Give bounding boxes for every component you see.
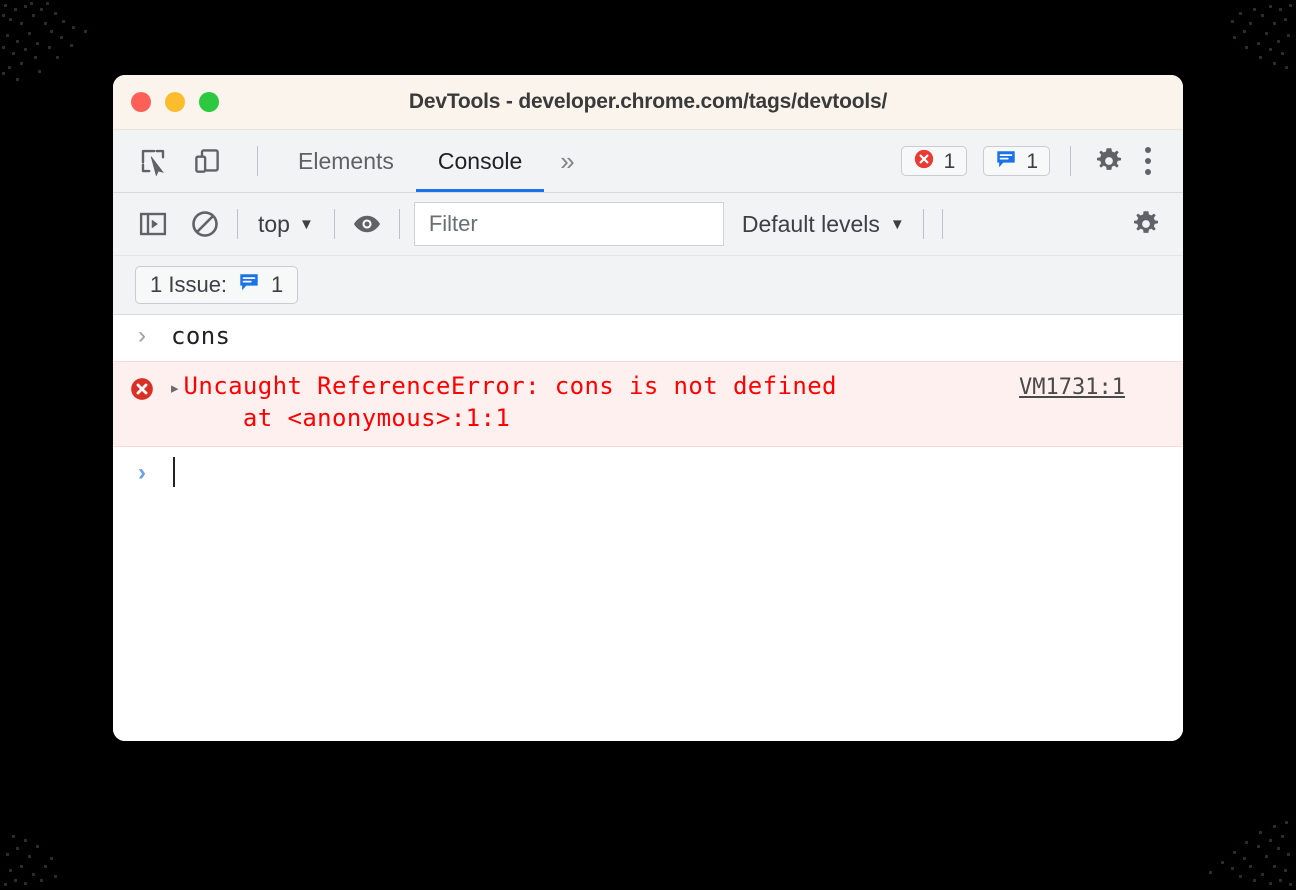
three-dot-menu-icon[interactable]	[1133, 143, 1163, 179]
issues-count-badge[interactable]: 1	[983, 146, 1050, 176]
chevron-down-icon: ▼	[298, 215, 314, 233]
devtools-tabbar: Elements Console » 1 1	[113, 130, 1183, 193]
tab-elements[interactable]: Elements	[276, 130, 416, 192]
console-input-row[interactable]: ›	[113, 447, 1183, 497]
device-toolbar-icon[interactable]	[189, 143, 225, 179]
log-level-label: Default levels	[741, 210, 880, 237]
menu-dot	[1145, 147, 1151, 153]
close-window-button[interactable]	[131, 92, 151, 112]
console-error-body: Uncaught ReferenceError: cons is not def…	[184, 371, 1020, 435]
maximize-window-button[interactable]	[199, 92, 219, 112]
devtools-window: DevTools - developer.chrome.com/tags/dev…	[113, 75, 1183, 741]
toolbar-divider	[333, 209, 335, 239]
console-settings-gear-icon	[1133, 211, 1159, 233]
issue-summary-label: 1 Issue:	[150, 272, 228, 297]
execution-context-label: top	[258, 210, 290, 237]
error-circle-icon	[129, 376, 155, 406]
error-expand-triangle-icon[interactable]: ▸	[171, 371, 179, 396]
console-settings-button[interactable]	[1131, 209, 1183, 239]
error-count: 1	[943, 149, 956, 173]
filter-placeholder: Filter	[428, 211, 478, 236]
console-error-message-line1: Uncaught ReferenceError: cons is not def…	[183, 372, 837, 400]
toolbar-divider	[237, 209, 238, 239]
input-prompt-chevron-icon: ›	[138, 459, 146, 487]
issues-speech-bubble-icon	[995, 148, 1017, 175]
panel-tabs: Elements Console	[276, 130, 545, 192]
toolbar-divider	[941, 209, 943, 239]
issues-speech-bubble-icon	[238, 271, 260, 299]
window-title: DevTools - developer.chrome.com/tags/dev…	[408, 90, 888, 113]
issue-summary-button[interactable]: 1 Issue: 1	[135, 266, 299, 304]
inspect-element-icon[interactable]	[135, 143, 171, 179]
minimize-window-button[interactable]	[165, 92, 185, 112]
toolbar-divider	[398, 209, 400, 239]
error-circle-icon	[913, 148, 935, 175]
issues-count: 1	[1026, 149, 1038, 173]
console-command-row[interactable]: › cons	[113, 315, 1183, 361]
filter-input[interactable]: Filter	[413, 202, 724, 246]
error-count-badge[interactable]: 1	[900, 146, 968, 176]
log-level-selector[interactable]: Default levels ▼	[742, 211, 905, 238]
console-error-row[interactable]: ▸ Uncaught ReferenceError: cons is not d…	[113, 361, 1183, 447]
console-error-source-link[interactable]: VM1731:1	[1019, 371, 1183, 400]
window-titlebar: DevTools - developer.chrome.com/tags/dev…	[113, 75, 1183, 130]
issues-bar: 1 Issue: 1	[113, 256, 1183, 315]
toolbar-divider	[1070, 146, 1071, 176]
menu-dot	[1145, 158, 1151, 164]
console-error-icon-cell	[113, 371, 171, 406]
console-toolbar: top ▼ Filter Default levels ▼	[113, 193, 1183, 256]
toolbar-divider	[922, 209, 924, 239]
tabbar-left-icons	[113, 143, 272, 179]
more-tabs-chevron-icon[interactable]: »	[544, 146, 590, 177]
command-prompt-chevron-icon: ›	[138, 322, 146, 349]
console-input-gutter: ›	[113, 458, 171, 485]
console-text-caret	[173, 456, 175, 487]
live-expression-eye-icon[interactable]	[349, 206, 385, 242]
tab-console[interactable]: Console	[415, 130, 545, 192]
console-message-list[interactable]: › cons ▸ Uncaught ReferenceError: cons i…	[113, 315, 1183, 741]
execution-context-selector[interactable]: top ▼	[252, 211, 320, 238]
console-command-text: cons	[171, 322, 231, 350]
tabbar-right-group: 1 1	[900, 143, 1183, 179]
console-command-gutter: ›	[113, 321, 171, 348]
clear-console-icon[interactable]	[187, 206, 223, 242]
toolbar-divider	[257, 146, 258, 176]
issue-summary-count: 1	[271, 272, 284, 297]
traffic-light-group	[113, 92, 219, 112]
menu-dot	[1145, 169, 1151, 175]
gear-icon[interactable]	[1091, 143, 1127, 179]
chevron-down-icon: ▼	[889, 215, 905, 233]
console-error-message-line2: at <anonymous>:1:1	[183, 403, 511, 432]
screenshot-root: DevTools - developer.chrome.com/tags/dev…	[0, 0, 1296, 890]
console-sidebar-toggle-icon[interactable]	[135, 206, 171, 242]
